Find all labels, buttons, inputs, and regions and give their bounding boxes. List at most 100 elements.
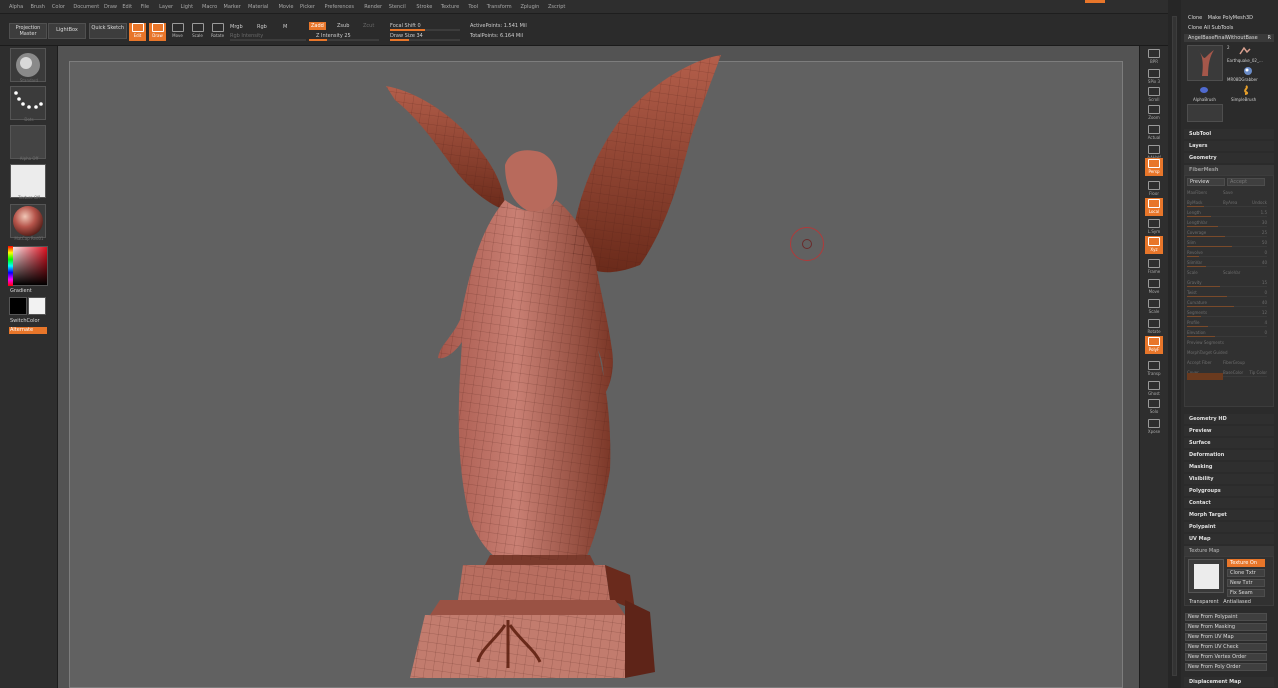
fibermesh-setting-slider[interactable] (1187, 246, 1267, 247)
fibermesh-setting-row[interactable]: SlimVar 40 (1187, 260, 1267, 269)
fibermesh-setting-slider[interactable] (1187, 256, 1267, 257)
new-from-polypaint-button[interactable]: New From Polypaint (1185, 613, 1267, 621)
make-polymesh-button[interactable]: Make PolyMesh3D (1208, 15, 1253, 21)
fibermesh-setting-row[interactable]: Gravity 15 (1187, 280, 1267, 289)
shelf-scale-button[interactable]: Scale (1145, 298, 1163, 316)
small-tool-thumbnail[interactable] (1187, 104, 1223, 122)
shelf-persp-button[interactable]: Persp (1145, 158, 1163, 176)
shelf-frame-button[interactable]: Frame (1145, 258, 1163, 276)
earthquake-brush-icon[interactable] (1239, 46, 1251, 56)
morph-target-section[interactable]: Morph Target (1184, 510, 1274, 520)
shelf-transp-button[interactable]: Transp (1145, 360, 1163, 378)
simple-brush-icon[interactable] (1241, 85, 1251, 95)
fibermesh-setting-row[interactable]: Elevation 0 (1187, 330, 1267, 339)
fibermesh-setting-row[interactable]: Profile 4 (1187, 320, 1267, 329)
fibermesh-setting-row[interactable]: Length 1.5 (1187, 210, 1267, 219)
shelf-solo-button[interactable]: Solo (1145, 398, 1163, 416)
grabber-sphere-icon[interactable] (1243, 66, 1253, 76)
tray-divider[interactable] (1168, 0, 1181, 688)
layers-section[interactable]: Layers (1184, 141, 1274, 151)
geometry-section[interactable]: Geometry (1184, 153, 1274, 163)
fibermesh-setting-slider[interactable] (1187, 286, 1267, 287)
fibermesh-setting-row[interactable]: LengthVar 30 (1187, 220, 1267, 229)
shelf-zoom-button[interactable]: Zoom (1145, 104, 1163, 122)
antialiased-toggle[interactable]: Antialiased (1223, 599, 1251, 605)
fibermesh-section[interactable]: FiberMesh (1184, 165, 1274, 175)
shelf-rotate-button[interactable]: Rotate (1145, 318, 1163, 336)
deformation-section[interactable]: Deformation (1184, 450, 1274, 460)
fibermesh-setting-row[interactable]: Curvature 40 (1187, 300, 1267, 309)
visibility-section[interactable]: Visibility (1184, 474, 1274, 484)
polygroups-section[interactable]: Polygroups (1184, 486, 1274, 496)
fibermesh-setting-slider[interactable] (1187, 226, 1267, 227)
shelf-xpose-button[interactable]: Xpose (1145, 418, 1163, 436)
subtool-thumb-label-3[interactable]: AlphaBrush (1193, 97, 1216, 102)
tray-scrollbar[interactable] (1172, 16, 1177, 676)
fibermesh-setting-row[interactable]: Revolve 0 (1187, 250, 1267, 259)
fibermesh-setting-slider[interactable] (1187, 206, 1267, 207)
contact-section[interactable]: Contact (1184, 498, 1274, 508)
new-from-uv-map-button[interactable]: New From UV Map (1185, 633, 1267, 641)
clone-texture-button[interactable]: Clone Txtr (1227, 569, 1265, 577)
subtool-thumb-label-2[interactable]: MR08DGrabber (1227, 77, 1258, 82)
clone-all-subtools-button[interactable]: Clone All SubTools (1184, 24, 1274, 32)
shelf-l-sym-button[interactable]: L.Sym (1145, 218, 1163, 236)
texture-map-section[interactable]: Texture Map (1184, 546, 1274, 556)
shelf-xyz-button[interactable]: Xyz (1145, 236, 1163, 254)
shelf-actual-button[interactable]: Actual (1145, 124, 1163, 142)
preview-section[interactable]: Preview (1184, 426, 1274, 436)
fibermesh-setting-row[interactable]: Scale ScaleVar (1187, 270, 1267, 279)
fibermesh-setting-row[interactable]: Slim 50 (1187, 240, 1267, 249)
new-texture-button[interactable]: New Txtr (1227, 579, 1265, 587)
fibermesh-setting-slider[interactable] (1187, 236, 1267, 237)
fibermesh-setting-row[interactable]: ByMask ByArea Undock (1187, 200, 1267, 209)
fibermesh-setting-row[interactable]: Segments 12 (1187, 310, 1267, 319)
fibermesh-setting-slider[interactable] (1187, 306, 1267, 307)
shelf-bpr-button[interactable]: BPR (1145, 48, 1163, 66)
angel-statue-model[interactable] (0, 0, 1278, 688)
subtool-section[interactable]: SubTool (1184, 129, 1274, 139)
shelf-move-button[interactable]: Move (1145, 278, 1163, 296)
fibermesh-setting-slider[interactable] (1187, 326, 1267, 327)
shelf-local-button[interactable]: Local (1145, 198, 1163, 216)
shelf-ghost-button[interactable]: Ghost (1145, 380, 1163, 398)
fibermesh-preview-button[interactable]: Preview (1187, 178, 1225, 186)
fibermesh-setting-row[interactable]: Preview Segments (1187, 340, 1267, 349)
r-button[interactable]: R (1268, 34, 1271, 42)
subtool-thumb-label-4[interactable]: SimpleBrush (1231, 97, 1256, 102)
subtool-thumb-label-1[interactable]: Earthquake_02_... (1227, 58, 1263, 63)
fibermesh-setting-slider[interactable] (1187, 266, 1267, 267)
shelf-scroll-button[interactable]: Scroll (1145, 86, 1163, 104)
fibermesh-setting-slider[interactable] (1187, 336, 1267, 337)
shelf-floor-button[interactable]: Floor (1145, 180, 1163, 198)
polypaint-section[interactable]: Polypaint (1184, 522, 1274, 532)
geometry-hd-section[interactable]: Geometry HD (1184, 414, 1274, 424)
fibermesh-setting-row[interactable]: Twist 0 (1187, 290, 1267, 299)
texture-on-button[interactable]: Texture On (1227, 559, 1265, 567)
alpha-brush-icon[interactable] (1199, 85, 1209, 95)
fibermesh-setting-slider[interactable] (1187, 216, 1267, 217)
fibermesh-setting-row[interactable]: MaxFibers Save (1187, 190, 1267, 199)
surface-section[interactable]: Surface (1184, 438, 1274, 448)
transparent-toggle[interactable]: Transparent (1189, 599, 1219, 605)
shelf-polyf-button[interactable]: PolyF (1145, 336, 1163, 354)
current-tool-name[interactable]: AngelBaseFinalWithoutBase (1188, 35, 1258, 41)
current-tool-thumbnail[interactable] (1187, 45, 1223, 81)
new-from-masking-button[interactable]: New From Masking (1185, 623, 1267, 631)
displacement-map-section[interactable]: Displacement Map (1184, 677, 1274, 687)
uv-map-section[interactable]: UV Map (1184, 534, 1274, 544)
fix-seam-button[interactable]: Fix Seam (1227, 589, 1265, 597)
fibermesh-setting-row[interactable]: MorphTarget Guided (1187, 350, 1267, 359)
new-from-poly-order-button[interactable]: New From Poly Order (1185, 663, 1267, 671)
masking-section[interactable]: Masking (1184, 462, 1274, 472)
new-from-uv-check-button[interactable]: New From UV Check (1185, 643, 1267, 651)
fibermesh-setting-row[interactable]: Coverage 25 (1187, 230, 1267, 239)
fibermesh-setting-row[interactable]: Accept Fiber FiberGroup (1187, 360, 1267, 369)
texture-map-thumbnail[interactable] (1188, 559, 1224, 593)
fibermesh-setting-slider[interactable] (1187, 316, 1267, 317)
fibermesh-accept-button[interactable]: Accept (1227, 178, 1265, 186)
fibermesh-setting-slider[interactable] (1187, 296, 1267, 297)
shelf-spix-3-button[interactable]: SPix 3 (1145, 68, 1163, 86)
clone-button[interactable]: Clone (1188, 15, 1202, 21)
new-from-vertex-order-button[interactable]: New From Vertex Order (1185, 653, 1267, 661)
